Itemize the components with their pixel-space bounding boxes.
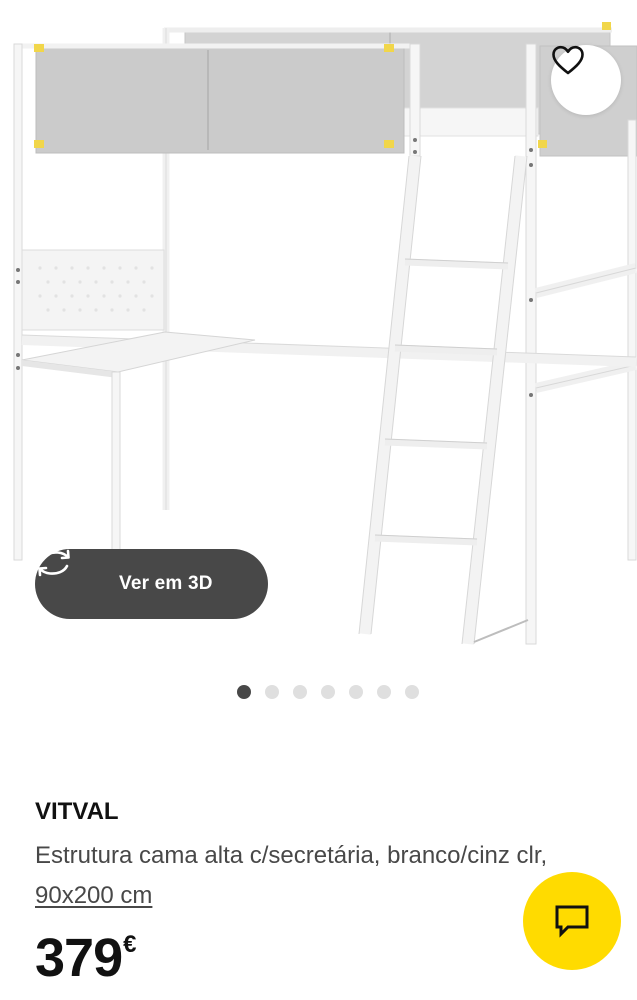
pagination-dot[interactable] [321,685,335,699]
view-in-3d-label: Ver em 3D [119,573,213,594]
product-description-text: Estrutura cama alta c/secretária, branco… [35,842,548,869]
product-size-link[interactable]: 90x200 cm [35,882,152,909]
heart-icon [552,45,584,75]
pagination-dot[interactable] [405,685,419,699]
product-image[interactable]: Ver em 3D [0,0,637,665]
chat-icon [555,905,589,938]
price-amount: 379 [35,928,123,988]
pagination-dot[interactable] [265,685,279,699]
favourite-button[interactable] [551,45,621,115]
chat-button[interactable] [523,872,621,970]
pagination-dot[interactable] [349,685,363,699]
pagination-dot[interactable] [377,685,391,699]
view-in-3d-button[interactable]: Ver em 3D [35,549,268,619]
pagination-dot[interactable] [293,685,307,699]
image-pagination [237,685,419,699]
rotate-3d-icon [38,549,103,598]
product-page: Ver em 3D VITVAL Estrutura cama alta c/s… [0,0,637,1000]
product-price: 379 € [35,928,136,988]
pagination-dot[interactable] [237,685,251,699]
product-name: VITVAL [35,798,119,825]
price-currency: € [123,931,137,958]
